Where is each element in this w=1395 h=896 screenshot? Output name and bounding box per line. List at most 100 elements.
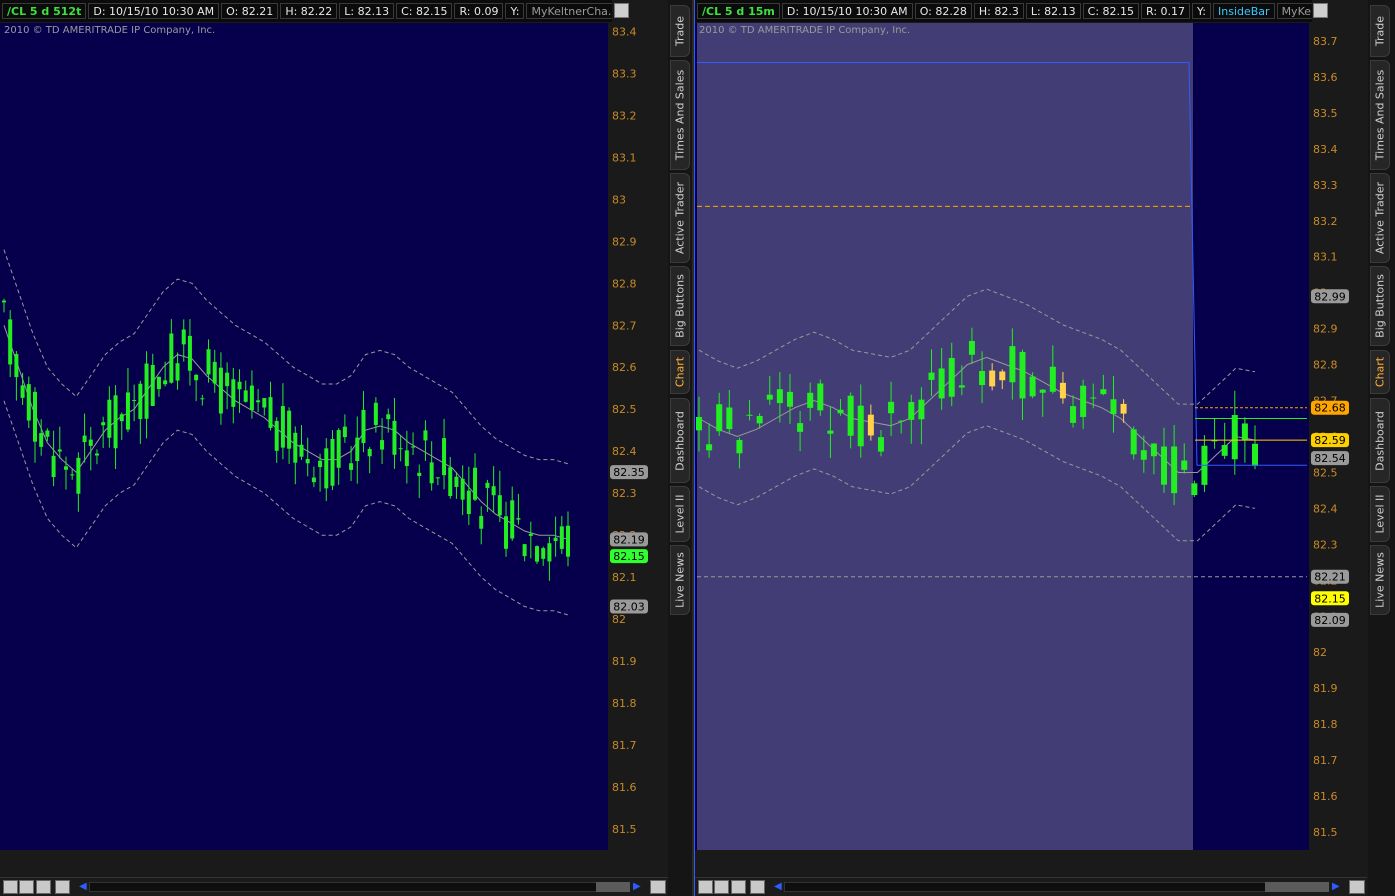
price-label-82-03: 82.03 — [610, 599, 648, 614]
right-pan-tool-icon[interactable] — [698, 880, 713, 894]
price-tick-label: 81.9 — [612, 655, 637, 668]
price-label-text: 82.19 — [613, 533, 645, 546]
right-expand-icon[interactable] — [1349, 880, 1365, 894]
right-copyright: 2010 © TD AMERITRADE IP Company, Inc. — [699, 25, 911, 36]
candle-body — [88, 439, 93, 446]
candle-body — [497, 495, 502, 516]
candle-body — [1029, 376, 1036, 397]
tab-level-ii[interactable]: Level II — [1370, 486, 1390, 542]
candle-body — [51, 455, 56, 478]
left-plot[interactable]: 83.4 83.3 83.2 83.1 83 82.9 82.8 82.7 82.6 82.5 82… — [0, 23, 668, 850]
candle-body — [807, 392, 814, 408]
candle-body — [181, 329, 186, 345]
tab-times-and-sales[interactable]: Times And Sales — [670, 60, 690, 170]
left-pan-tool-icon[interactable] — [3, 880, 18, 894]
tab-big-buttons[interactable]: Big Buttons — [1370, 266, 1390, 346]
price-label-text: 82.35 — [613, 466, 645, 479]
candle-body — [877, 437, 884, 452]
left-scroll-right-icon[interactable]: ▶ — [633, 881, 641, 892]
candle-body — [473, 467, 478, 500]
left-chart-settings-icon[interactable] — [614, 3, 629, 18]
tab-live-news[interactable]: Live News — [1370, 545, 1390, 615]
candle-body — [206, 349, 211, 375]
candle-body — [479, 515, 484, 529]
left-cursor-icon[interactable] — [55, 880, 70, 894]
tab-label: Trade — [1373, 15, 1387, 47]
right-scroll-right-icon[interactable]: ▶ — [1332, 881, 1340, 892]
candle-body — [82, 435, 87, 443]
right-chart-settings-icon[interactable] — [1313, 3, 1328, 18]
left-scroll-thumb[interactable] — [596, 882, 630, 892]
left-low: L: 82.13 — [339, 3, 395, 19]
left-symbol[interactable]: /CL 5 d 512t — [2, 3, 87, 19]
tab-trade[interactable]: Trade — [670, 5, 690, 57]
tab-big-buttons[interactable]: Big Buttons — [670, 266, 690, 346]
tab-chart[interactable]: Chart — [1370, 350, 1390, 394]
price-label-82-15: 82.15 — [1311, 591, 1349, 606]
tab-label: Times And Sales — [1373, 69, 1387, 161]
right-plot[interactable]: 83.783.683.583.483.383.283.18382.982.882… — [695, 23, 1367, 850]
candle-body — [1140, 450, 1147, 460]
candle-body — [39, 433, 44, 447]
right-scroll-track[interactable] — [784, 882, 1329, 892]
left-study[interactable]: MyKeltnerCha... — [526, 3, 612, 19]
candle-body — [867, 414, 874, 436]
candle-body — [175, 363, 180, 381]
candle-body — [776, 389, 783, 404]
left-expand-icon[interactable] — [650, 880, 666, 894]
price-tick-label: 81.7 — [612, 739, 637, 752]
right-scroll-left-icon[interactable]: ◀ — [774, 881, 782, 892]
candle-body — [1171, 446, 1178, 494]
price-tick-label: 81.5 — [612, 823, 637, 836]
tab-times-and-sales[interactable]: Times And Sales — [1370, 60, 1390, 170]
tab-live-news[interactable]: Live News — [670, 545, 690, 615]
tab-active-trader[interactable]: Active Trader — [670, 173, 690, 263]
candle-body — [144, 363, 149, 419]
right-cursor-icon[interactable] — [750, 880, 765, 894]
right-scrollbar[interactable]: ◀ ▶ — [695, 877, 1367, 896]
right-symbol[interactable]: /CL 5 d 15m — [697, 3, 780, 19]
left-zoom-out-icon[interactable] — [36, 880, 51, 894]
candle-body — [566, 525, 570, 557]
tab-chart[interactable]: Chart — [670, 350, 690, 394]
tab-label: Chart — [673, 356, 687, 388]
candle-body — [274, 420, 279, 451]
candle-body — [756, 416, 763, 424]
tab-trade[interactable]: Trade — [1370, 5, 1390, 57]
tab-active-trader[interactable]: Active Trader — [1370, 173, 1390, 263]
tab-label: Active Trader — [1373, 181, 1387, 255]
tab-dashboard[interactable]: Dashboard — [1370, 398, 1390, 483]
candle-body — [63, 466, 68, 470]
candle-body — [1090, 397, 1097, 399]
candle-body — [442, 438, 447, 476]
candle-body — [736, 439, 743, 454]
right-side-tabs: Trade Times And Sales Active Trader Big But… — [1368, 0, 1395, 896]
left-open: O: 82.21 — [221, 3, 279, 19]
candle-body — [262, 398, 267, 408]
tab-dashboard[interactable]: Dashboard — [670, 398, 690, 483]
right-zoom-in-icon[interactable] — [714, 880, 729, 894]
tab-label: Chart — [1373, 356, 1387, 388]
candle-body — [14, 354, 19, 378]
left-scroll-track[interactable] — [89, 882, 630, 892]
candle-body — [938, 368, 945, 399]
right-zoom-out-icon[interactable] — [731, 880, 746, 894]
candle-body — [349, 463, 354, 470]
candle-body — [908, 402, 915, 420]
right-study-insidebar[interactable]: InsideBar — [1213, 3, 1275, 19]
tab-level-ii[interactable]: Level II — [670, 486, 690, 542]
right-scroll-thumb[interactable] — [1265, 882, 1329, 892]
candle-body — [107, 399, 112, 438]
left-zoom-in-icon[interactable] — [19, 880, 34, 894]
price-tick-label: 82.8 — [612, 277, 637, 290]
candle-body — [342, 426, 347, 438]
tab-label: Active Trader — [673, 181, 687, 255]
price-label-text: 82.21 — [1314, 571, 1346, 584]
right-study-keltner[interactable]: MyKe... — [1276, 3, 1312, 19]
left-scrollbar[interactable]: ◀ ▶ — [0, 877, 668, 896]
candle-body — [553, 537, 558, 542]
candle-body — [1241, 423, 1248, 441]
left-scroll-left-icon[interactable]: ◀ — [79, 881, 87, 892]
candle-body — [311, 477, 316, 483]
candle-body — [1070, 406, 1077, 423]
